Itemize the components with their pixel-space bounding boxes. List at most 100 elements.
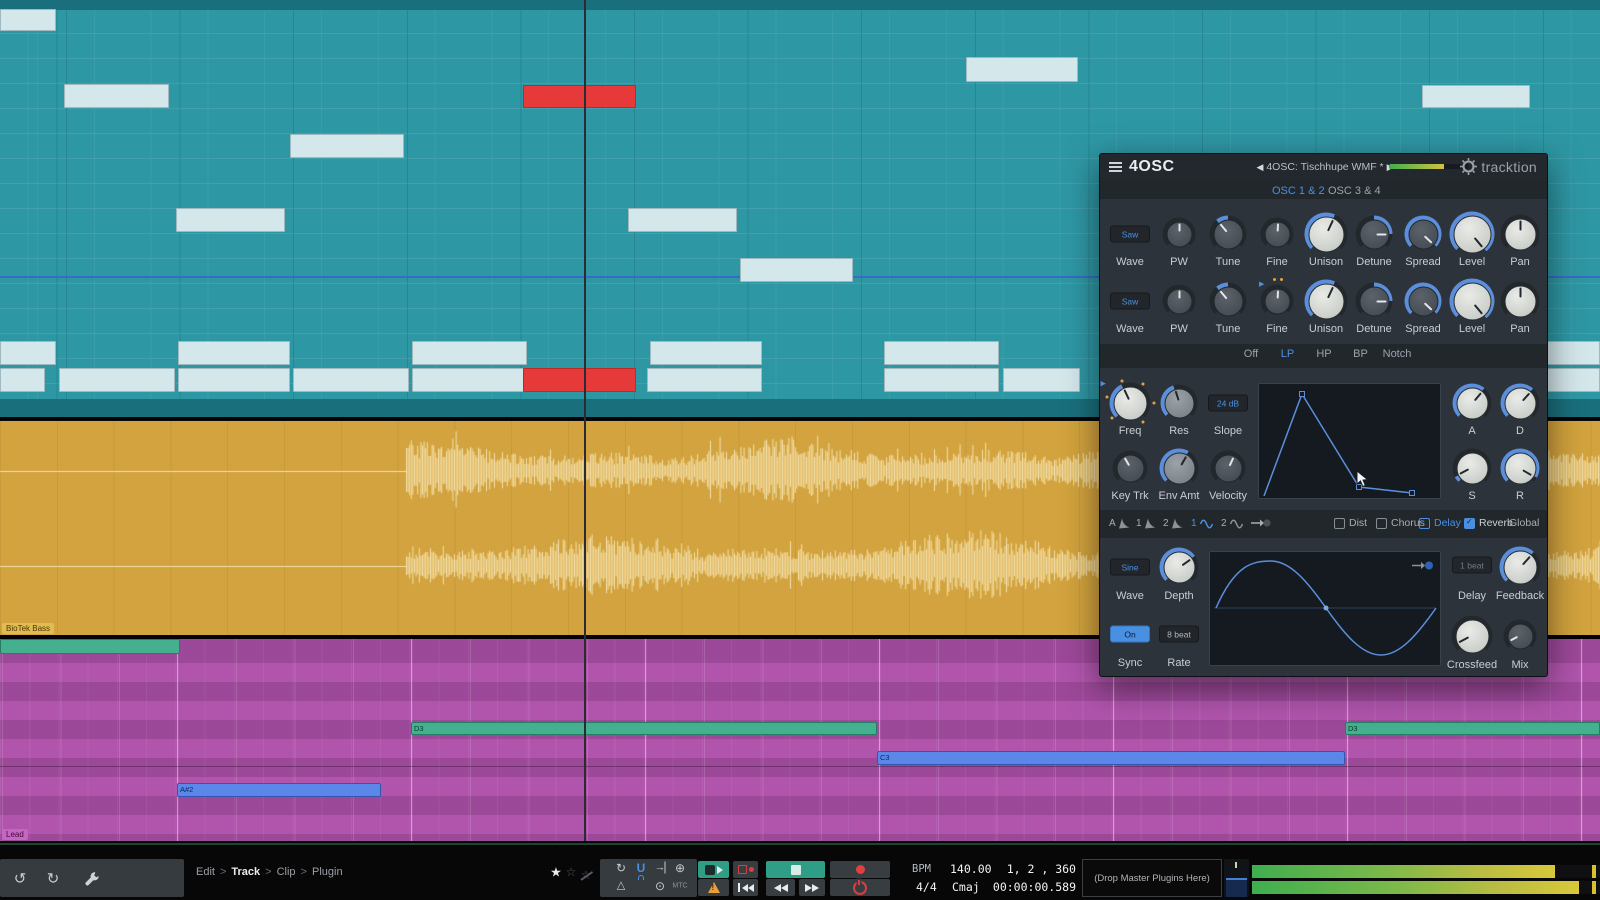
piano-note[interactable] — [0, 341, 56, 365]
midi-note-d3[interactable]: D3 — [411, 722, 877, 735]
redo-icon[interactable]: ↻ — [47, 872, 60, 887]
slope-button[interactable]: 24 dB — [1208, 395, 1248, 412]
sync-loop-icon[interactable]: ↻ — [616, 862, 626, 874]
breadcrumb-track[interactable]: Track — [231, 866, 260, 878]
piano-note[interactable] — [884, 341, 999, 365]
loop-return-icon[interactable]: ⊙ — [655, 880, 665, 892]
piano-note[interactable] — [884, 368, 999, 392]
piano-note[interactable] — [628, 208, 737, 232]
fast-forward-button[interactable] — [799, 879, 825, 896]
knob-s[interactable] — [1453, 449, 1492, 488]
delay-time-button[interactable]: 1 beat — [1452, 557, 1492, 574]
midi-note[interactable] — [0, 639, 180, 654]
knob-r[interactable] — [1501, 449, 1540, 488]
knob-level-1[interactable] — [1450, 212, 1495, 257]
envelope-display[interactable] — [1258, 383, 1441, 499]
knob-unison-2[interactable] — [1305, 280, 1348, 323]
breadcrumb-clip[interactable]: Clip — [277, 866, 296, 878]
star-disabled-icon[interactable]: ☆ — [581, 869, 592, 881]
midi-note-d3[interactable]: D3 — [1345, 722, 1600, 735]
bar-beat-position[interactable]: 1, 2 , 360 — [1007, 862, 1076, 876]
lfo-display[interactable] — [1209, 551, 1441, 666]
knob-tune-1[interactable] — [1210, 216, 1247, 253]
fx-toggle-chorus[interactable]: Chorus — [1376, 517, 1425, 529]
mod-source-env-a[interactable]: A — [1109, 518, 1130, 529]
piano-note[interactable] — [176, 208, 285, 232]
mod-source-env-2[interactable]: 2 — [1163, 518, 1183, 529]
knob-pan-2[interactable] — [1501, 282, 1540, 321]
piano-note-selected[interactable] — [523, 85, 636, 108]
wave-button-1[interactable]: Saw — [1110, 226, 1150, 243]
piano-note[interactable] — [64, 84, 169, 108]
record-button[interactable] — [830, 861, 890, 878]
wave-button-2[interactable]: Saw — [1110, 293, 1150, 310]
knob-pan-1[interactable] — [1501, 215, 1540, 254]
breadcrumb-plugin[interactable]: Plugin — [312, 866, 343, 878]
knob-depth[interactable] — [1160, 548, 1199, 587]
piano-note[interactable] — [0, 368, 45, 392]
knob-tune-2[interactable] — [1210, 283, 1247, 320]
fx-toggle-delay[interactable]: Delay — [1419, 517, 1461, 529]
metronome-icon[interactable]: △ — [617, 881, 625, 892]
knob-key-trk[interactable] — [1113, 451, 1148, 486]
star-outline-icon[interactable]: ☆ — [566, 866, 577, 878]
piano-note-selected[interactable] — [523, 368, 636, 392]
fx-toggle-global[interactable]: Global — [1509, 517, 1539, 529]
breadcrumb[interactable]: Edit>Track>Clip>Plugin — [196, 866, 343, 878]
mod-source-lfo-2[interactable]: 2 — [1221, 518, 1243, 529]
magnet-snap-icon[interactable]: U — [637, 862, 646, 874]
tab-osc-3-4[interactable]: OSC 3 & 4 — [1328, 185, 1381, 197]
knob-detune-2[interactable] — [1356, 283, 1393, 320]
knob-crossfeed[interactable] — [1452, 616, 1493, 657]
master-plugin-drop-zone[interactable]: (Drop Master Plugins Here) — [1082, 859, 1222, 897]
knob-spread-2[interactable] — [1405, 283, 1442, 320]
checkbox-delay[interactable] — [1419, 518, 1430, 529]
return-to-start-button[interactable] — [733, 879, 758, 896]
preset-prev-icon[interactable]: ◀ — [1257, 162, 1264, 172]
preset-name[interactable]: 4OSC: Tischhupe WMF * — [1266, 161, 1383, 173]
knob-freq[interactable]: ▶ — [1110, 383, 1151, 424]
mod-target-icon[interactable] — [1251, 518, 1271, 528]
lfo-wave-button[interactable]: Sine — [1110, 559, 1150, 576]
undo-icon[interactable]: ↺ — [14, 872, 27, 887]
favorite-star-icon[interactable]: ★ — [550, 866, 562, 879]
piano-note[interactable] — [1003, 368, 1080, 392]
lfo-sync-button[interactable]: On — [1110, 626, 1150, 643]
knob-pw-2[interactable] — [1163, 285, 1196, 318]
knob-spread-1[interactable] — [1405, 216, 1442, 253]
record-arm-button[interactable] — [733, 861, 758, 878]
piano-note[interactable] — [650, 341, 762, 365]
checkbox-chorus[interactable] — [1376, 518, 1387, 529]
stop-button[interactable] — [766, 861, 825, 878]
abort-record-button[interactable] — [830, 879, 890, 896]
mod-source-env-1[interactable]: 1 — [1136, 518, 1156, 529]
piano-note[interactable] — [740, 258, 853, 282]
warning-button[interactable] — [698, 879, 729, 896]
preset-selector[interactable]: ◀ 4OSC: Tischhupe WMF * ▶ — [1240, 161, 1410, 173]
filter-tab-bp[interactable]: BP — [1353, 348, 1368, 360]
piano-note[interactable] — [178, 341, 290, 365]
fx-toggle-reverb[interactable]: Reverb — [1464, 517, 1513, 529]
plugin-window-4osc[interactable]: 4OSC ◀ 4OSC: Tischhupe WMF * ▶ trackt — [1099, 153, 1548, 677]
rewind-button[interactable] — [766, 879, 795, 896]
piano-note[interactable] — [293, 368, 409, 392]
knob-velocity[interactable] — [1211, 451, 1246, 486]
wrench-icon[interactable] — [84, 871, 100, 887]
knob-fine-2[interactable] — [1261, 285, 1294, 318]
piano-note[interactable] — [966, 57, 1078, 82]
piano-note[interactable] — [1422, 85, 1530, 108]
filter-tab-off[interactable]: Off — [1244, 348, 1258, 360]
piano-note[interactable] — [412, 341, 527, 365]
knob-feedback[interactable] — [1500, 547, 1541, 588]
piano-note[interactable] — [290, 134, 404, 158]
piano-note[interactable] — [178, 368, 290, 392]
lfo-rate-button[interactable]: 8 beat — [1159, 626, 1199, 643]
knob-level-2[interactable] — [1450, 279, 1495, 324]
filter-tab-hp[interactable]: HP — [1316, 348, 1331, 360]
knob-res[interactable] — [1161, 385, 1198, 422]
timecode[interactable]: 00:00:00.589 — [993, 880, 1076, 894]
mod-source-lfo-1[interactable]: 1 — [1191, 518, 1213, 529]
midi-note-a-2[interactable]: A#2 — [177, 783, 381, 797]
mtc-label[interactable]: MTC — [672, 883, 687, 890]
menu-icon[interactable] — [1109, 162, 1122, 173]
